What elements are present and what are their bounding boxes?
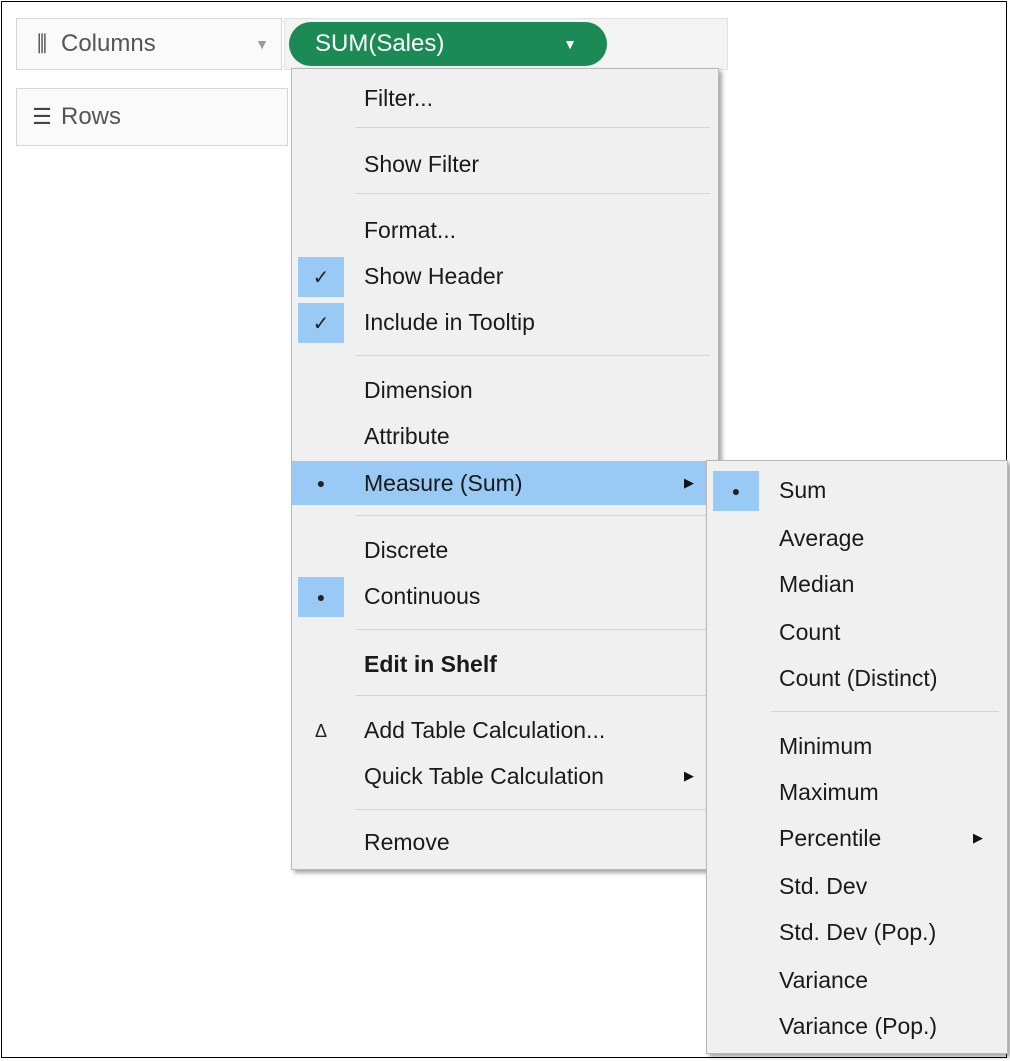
- menu-item-show-filter[interactable]: Show Filter: [292, 143, 718, 185]
- bullet-icon: ●: [713, 471, 759, 511]
- menu-item-edit-in-shelf[interactable]: Edit in Shelf: [292, 643, 718, 685]
- submenu-item-maximum[interactable]: Maximum: [707, 771, 1007, 813]
- columns-icon: ⫼: [36, 31, 48, 56]
- submenu-item-std-dev-pop-label: Std. Dev (Pop.): [779, 918, 937, 945]
- pill-context-menu: Filter... Show Filter Format... ✓ Show H…: [291, 68, 719, 870]
- submenu-item-sum-label: Sum: [779, 476, 827, 503]
- menu-item-format-label: Format...: [364, 216, 457, 243]
- menu-item-continuous[interactable]: ● Continuous: [292, 575, 718, 617]
- menu-separator: [356, 809, 710, 810]
- submenu-item-sum[interactable]: ● Sum: [707, 469, 1007, 511]
- menu-separator: [356, 629, 710, 630]
- caret-down-icon[interactable]: ▼: [563, 36, 577, 52]
- submenu-item-variance[interactable]: Variance: [707, 959, 1007, 1001]
- menu-item-quick-table-calculation[interactable]: Quick Table Calculation ▶: [292, 755, 718, 797]
- submenu-item-variance-label: Variance: [779, 966, 869, 993]
- menu-separator: [356, 127, 710, 128]
- sum-sales-pill[interactable]: SUM(Sales) ▼: [289, 22, 607, 66]
- submenu-item-count-label: Count: [779, 618, 841, 645]
- menu-item-measure-sum[interactable]: ● Measure (Sum) ▶: [292, 461, 718, 505]
- submenu-arrow-icon: ▶: [684, 475, 694, 490]
- menu-item-measure-sum-label: Measure (Sum): [364, 469, 523, 496]
- menu-separator: [356, 193, 710, 194]
- menu-item-add-table-calculation-label: Add Table Calculation...: [364, 716, 606, 743]
- menu-item-filter-label: Filter...: [364, 84, 434, 111]
- menu-item-include-in-tooltip[interactable]: ✓ Include in Tooltip: [292, 301, 718, 343]
- delta-icon: Δ: [314, 720, 328, 741]
- menu-separator: [771, 711, 999, 712]
- checkmark-icon: ✓: [298, 303, 344, 343]
- menu-item-format[interactable]: Format...: [292, 209, 718, 251]
- menu-separator: [356, 355, 710, 356]
- submenu-item-variance-pop-label: Variance (Pop.): [779, 1012, 938, 1039]
- submenu-item-std-dev-pop[interactable]: Std. Dev (Pop.): [707, 911, 1007, 953]
- menu-item-filter[interactable]: Filter...: [292, 77, 718, 119]
- menu-separator: [356, 515, 710, 516]
- menu-item-edit-in-shelf-label: Edit in Shelf: [364, 650, 497, 677]
- submenu-item-count-distinct-label: Count (Distinct): [779, 664, 938, 691]
- columns-shelf-label[interactable]: ⫼ Columns ▼: [16, 18, 282, 70]
- menu-item-discrete[interactable]: Discrete: [292, 529, 718, 571]
- menu-item-dimension[interactable]: Dimension: [292, 369, 718, 411]
- rows-label: Rows: [61, 103, 122, 130]
- submenu-item-count-distinct[interactable]: Count (Distinct): [707, 657, 1007, 699]
- submenu-item-average-label: Average: [779, 524, 865, 551]
- submenu-item-variance-pop[interactable]: Variance (Pop.): [707, 1005, 1007, 1047]
- chevron-down-icon[interactable]: ▼: [255, 36, 269, 52]
- submenu-arrow-icon: ▶: [684, 768, 694, 783]
- menu-item-quick-table-calculation-label: Quick Table Calculation: [364, 762, 604, 789]
- bullet-icon: ●: [298, 577, 344, 617]
- menu-item-add-table-calculation[interactable]: Δ Add Table Calculation...: [292, 709, 718, 751]
- menu-item-continuous-label: Continuous: [364, 582, 481, 609]
- submenu-arrow-icon: ▶: [973, 830, 983, 845]
- menu-item-remove-label: Remove: [364, 828, 450, 855]
- menu-item-attribute[interactable]: Attribute: [292, 415, 718, 457]
- menu-item-show-header[interactable]: ✓ Show Header: [292, 255, 718, 297]
- measure-submenu: ● Sum Average Median Count Count (Distin…: [706, 460, 1008, 1054]
- submenu-item-minimum[interactable]: Minimum: [707, 725, 1007, 767]
- rows-shelf-label[interactable]: ☰ Rows: [16, 88, 288, 146]
- submenu-item-maximum-label: Maximum: [779, 778, 879, 805]
- submenu-item-median[interactable]: Median: [707, 563, 1007, 605]
- submenu-item-percentile-label: Percentile: [779, 824, 882, 851]
- menu-item-include-in-tooltip-label: Include in Tooltip: [364, 308, 535, 335]
- checkmark-icon: ✓: [298, 257, 344, 297]
- submenu-item-average[interactable]: Average: [707, 517, 1007, 559]
- menu-item-remove[interactable]: Remove: [292, 821, 718, 863]
- bullet-icon: ●: [298, 463, 344, 503]
- pill-label: SUM(Sales): [315, 30, 445, 57]
- submenu-item-minimum-label: Minimum: [779, 732, 873, 759]
- columns-label: Columns: [61, 30, 156, 57]
- menu-separator: [356, 695, 710, 696]
- submenu-item-std-dev[interactable]: Std. Dev: [707, 865, 1007, 907]
- submenu-item-percentile[interactable]: Percentile ▶: [707, 817, 1007, 859]
- rows-icon: ☰: [32, 104, 52, 129]
- menu-item-show-header-label: Show Header: [364, 262, 504, 289]
- menu-item-dimension-label: Dimension: [364, 376, 473, 403]
- submenu-item-std-dev-label: Std. Dev: [779, 872, 868, 899]
- menu-item-discrete-label: Discrete: [364, 536, 449, 563]
- submenu-item-count[interactable]: Count: [707, 611, 1007, 653]
- submenu-item-median-label: Median: [779, 570, 855, 597]
- menu-item-attribute-label: Attribute: [364, 422, 450, 449]
- menu-item-show-filter-label: Show Filter: [364, 150, 480, 177]
